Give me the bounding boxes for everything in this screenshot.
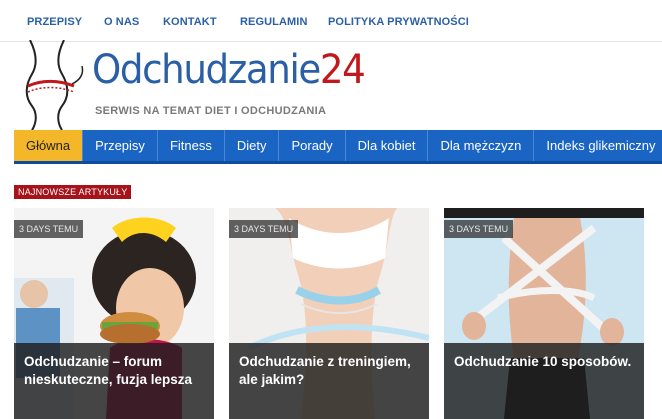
logo-figure-icon[interactable] [18, 40, 88, 130]
article-date-badge: 3 DAYS TEMU [229, 220, 299, 238]
main-nav-przepisy[interactable]: Przepisy [83, 130, 158, 161]
article-caption: Odchudzanie 10 sposobów. [444, 343, 644, 419]
main-nav-diety[interactable]: Diety [225, 130, 280, 161]
top-nav-link-kontakt[interactable]: KONTAKT [163, 16, 217, 28]
article-title[interactable]: Odchudzanie z treningiem, ale jakim? [239, 353, 419, 389]
article-caption: Odchudzanie z treningiem, ale jakim? [229, 343, 429, 419]
main-nav-glowna[interactable]: Główna [14, 130, 84, 161]
main-nav-fitness[interactable]: Fitness [158, 130, 225, 161]
site-logo[interactable]: Odchudzanie24 [92, 47, 366, 93]
article-card[interactable]: 3 DAYS TEMU Odchudzanie – forum nieskute… [14, 208, 214, 419]
article-title[interactable]: Odchudzanie – forum nieskuteczne, fuzja … [24, 353, 204, 389]
logo-name: Odchudzanie [92, 47, 321, 93]
main-nav-indeks-glikemiczny[interactable]: Indeks glikemiczny [534, 130, 662, 161]
top-nav-link-polityka[interactable]: POLITYKA PRYWATNOŚCI [328, 16, 469, 28]
article-card[interactable]: 3 DAYS TEMU Odchudzanie z treningiem, al… [229, 208, 429, 419]
article-card[interactable]: 3 DAYS TEMU Odchudzanie 10 sposobów. [444, 208, 644, 419]
main-nav-porady[interactable]: Porady [279, 130, 346, 161]
article-caption: Odchudzanie – forum nieskuteczne, fuzja … [14, 343, 214, 419]
top-nav-link-regulamin[interactable]: REGULAMIN [240, 16, 308, 28]
logo-number: 24 [319, 47, 366, 93]
top-nav-link-przepisy[interactable]: PRZEPISY [27, 16, 82, 28]
main-nav: Główna Przepisy Fitness Diety Porady Dla… [14, 130, 662, 164]
section-title: NAJNOWSZE ARTYKUŁY [14, 185, 132, 199]
top-nav: PRZEPISY O NAS KONTAKT REGULAMIN POLITYK… [0, 0, 662, 42]
main-nav-dla-mezczyzn[interactable]: Dla mężczyzn [428, 130, 535, 161]
article-title[interactable]: Odchudzanie 10 sposobów. [454, 353, 634, 371]
site-tagline: SERWIS NA TEMAT DIET I ODCHUDZANIA [95, 105, 327, 117]
main-nav-dla-kobiet[interactable]: Dla kobiet [346, 130, 429, 161]
article-date-badge: 3 DAYS TEMU [14, 220, 84, 238]
top-nav-link-o-nas[interactable]: O NAS [104, 16, 139, 28]
article-date-badge: 3 DAYS TEMU [444, 220, 514, 238]
